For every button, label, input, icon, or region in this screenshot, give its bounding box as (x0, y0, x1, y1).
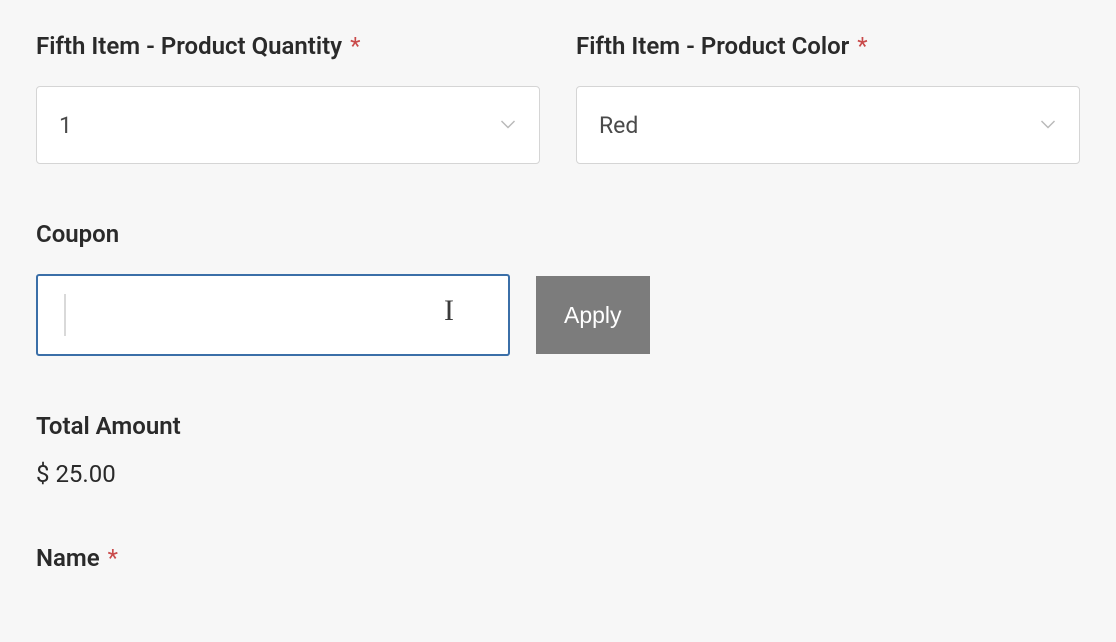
coupon-row: I Apply (36, 274, 1080, 356)
color-field: Fifth Item - Product Color * Red (576, 32, 1080, 164)
quantity-select-value: 1 (59, 112, 72, 139)
name-label: Name * (36, 544, 1080, 572)
color-select[interactable]: Red (576, 86, 1080, 164)
coupon-input-wrap: I (36, 274, 510, 356)
coupon-input[interactable] (36, 274, 510, 356)
quantity-label-text: Fifth Item - Product Quantity (36, 32, 342, 60)
quantity-label: Fifth Item - Product Quantity * (36, 32, 540, 60)
quantity-select[interactable]: 1 (36, 86, 540, 164)
apply-button[interactable]: Apply (536, 276, 650, 354)
product-options-row: Fifth Item - Product Quantity * 1 Fifth … (36, 32, 1080, 164)
color-label: Fifth Item - Product Color * (576, 32, 1080, 60)
quantity-field: Fifth Item - Product Quantity * 1 (36, 32, 540, 164)
coupon-label: Coupon (36, 220, 1080, 248)
color-select-wrap: Red (576, 86, 1080, 164)
coupon-section: Coupon I Apply (36, 220, 1080, 356)
color-select-value: Red (599, 112, 638, 139)
name-required-marker: * (108, 544, 118, 572)
name-label-text: Name (36, 544, 100, 572)
total-section: Total Amount $ 25.00 (36, 412, 1080, 488)
color-label-text: Fifth Item - Product Color (576, 32, 849, 60)
total-value: $ 25.00 (36, 460, 1080, 488)
name-field: Name * (36, 544, 1080, 572)
quantity-select-wrap: 1 (36, 86, 540, 164)
quantity-required-marker: * (350, 32, 360, 60)
total-label: Total Amount (36, 412, 1080, 440)
color-required-marker: * (857, 32, 867, 60)
